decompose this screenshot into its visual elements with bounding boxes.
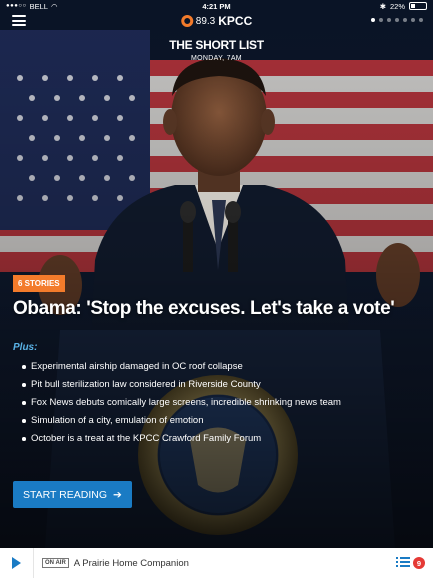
story-list: Experimental airship damaged in OC roof …: [22, 358, 421, 448]
page-dot[interactable]: [403, 18, 407, 22]
short-list-time: MONDAY, 7AM: [191, 55, 242, 62]
list-item[interactable]: Experimental airship damaged in OC roof …: [22, 358, 421, 376]
status-time: 4:21 PM: [202, 1, 231, 11]
plus-label: Plus:: [13, 342, 38, 353]
arrow-right-icon: ➔: [113, 488, 122, 501]
list-item[interactable]: Fox News debuts comically large screens,…: [22, 394, 421, 412]
hero-image: [0, 0, 433, 548]
short-list-title: THE SHORT LIST: [169, 38, 264, 52]
signal-icon: ●●●○○: [6, 3, 27, 9]
battery-label: 22%: [389, 1, 405, 11]
audio-player-bar: ON AIR A Prairie Home Companion 9: [0, 548, 433, 578]
battery-icon: [409, 2, 427, 10]
logo-ring-icon: [180, 15, 193, 27]
hero-illustration: [0, 0, 433, 548]
list-item[interactable]: October is a treat at the KPCC Crawford …: [22, 430, 421, 448]
bluetooth-icon: ✱: [379, 1, 386, 11]
list-item[interactable]: Simulation of a city, emulation of emoti…: [22, 412, 421, 430]
status-bar: ●●●○○ BELL ◠ 4:21 PM ✱ 22%: [0, 0, 433, 12]
start-reading-button[interactable]: START READING ➔: [13, 481, 132, 508]
page-dot[interactable]: [419, 18, 423, 22]
status-right: ✱ 22%: [267, 2, 427, 11]
page-indicator: [371, 18, 423, 22]
page-dot[interactable]: [379, 18, 383, 22]
wifi-icon: ◠: [50, 1, 58, 11]
list-item[interactable]: Pit bull sterilization law considered in…: [22, 376, 421, 394]
story-headline[interactable]: Obama: 'Stop the excuses. Let's take a v…: [13, 298, 423, 320]
queue-button[interactable]: [396, 557, 410, 569]
queue-count-badge: 9: [413, 557, 425, 569]
page-dot[interactable]: [395, 18, 399, 22]
logo-name: KPCC: [218, 14, 253, 28]
menu-icon: [12, 15, 26, 17]
play-icon: [12, 557, 21, 569]
queue-icon: [400, 557, 410, 559]
kpcc-logo: 89.3 KPCC: [180, 14, 253, 28]
status-left: ●●●○○ BELL ◠: [6, 2, 166, 11]
logo-frequency: 89.3: [195, 15, 216, 27]
menu-button[interactable]: [12, 15, 26, 26]
on-air-label: ON AIR: [42, 558, 69, 568]
start-reading-label: START READING: [23, 488, 108, 501]
stories-count-badge: 6 STORIES: [13, 275, 65, 292]
page-dot[interactable]: [371, 18, 375, 22]
play-button[interactable]: [0, 548, 34, 578]
page-dot[interactable]: [387, 18, 391, 22]
now-playing-title: A Prairie Home Companion: [73, 557, 189, 569]
carrier-label: BELL: [29, 1, 48, 11]
top-nav: 89.3 KPCC: [0, 12, 433, 32]
page-dot[interactable]: [411, 18, 415, 22]
short-list-header: THE SHORT LIST MONDAY, 7AM: [0, 38, 433, 62]
